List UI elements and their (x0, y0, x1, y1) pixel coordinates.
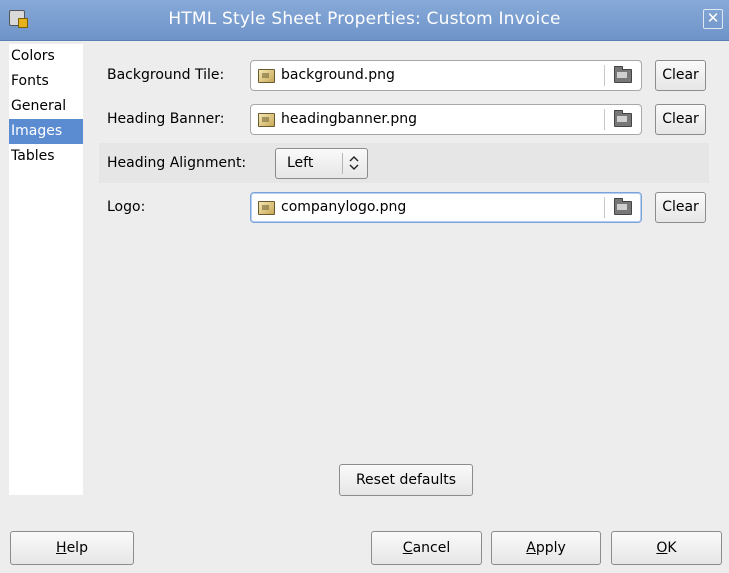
help-button[interactable]: Help (10, 531, 134, 565)
heading-alignment-select[interactable]: Left (275, 148, 368, 179)
background-tile-label: Background Tile: (107, 67, 225, 83)
cancel-button[interactable]: Cancel (371, 531, 482, 565)
logo-label: Logo: (107, 199, 146, 215)
help-label: elp (66, 540, 88, 556)
logo-row: Logo: companylogo.png Clear (99, 187, 709, 227)
apply-mnemonic: A (526, 540, 536, 556)
cancel-mnemonic: C (402, 540, 413, 556)
heading-alignment-row: Heading Alignment: Left (99, 143, 709, 183)
field-divider (604, 65, 605, 86)
heading-alignment-value: Left (287, 155, 314, 171)
select-divider (342, 153, 343, 174)
field-divider (604, 109, 605, 130)
image-file-icon (258, 69, 275, 83)
category-item-general[interactable]: General (9, 94, 83, 119)
background-tile-field[interactable]: background.png (250, 60, 642, 91)
logo-field[interactable]: companylogo.png (250, 192, 642, 223)
heading-banner-clear-button[interactable]: Clear (655, 104, 706, 135)
category-item-fonts[interactable]: Fonts (9, 69, 83, 94)
ok-label: K (667, 540, 677, 556)
title-bar: HTML Style Sheet Properties: Custom Invo… (0, 0, 729, 41)
reset-defaults-button[interactable]: Reset defaults (339, 464, 473, 496)
image-file-icon (258, 201, 275, 215)
logo-filename: companylogo.png (281, 199, 407, 215)
folder-icon[interactable] (614, 66, 632, 83)
field-divider (604, 197, 605, 218)
category-item-colors[interactable]: Colors (9, 44, 83, 69)
ok-button[interactable]: OK (611, 531, 722, 565)
background-tile-clear-button[interactable]: Clear (655, 60, 706, 91)
category-item-images[interactable]: Images (9, 119, 83, 144)
image-file-icon (258, 113, 275, 127)
cancel-label: ancel (412, 540, 451, 556)
heading-alignment-label: Heading Alignment: (107, 155, 247, 171)
close-icon[interactable]: ✕ (703, 9, 723, 29)
apply-button[interactable]: Apply (491, 531, 601, 565)
help-mnemonic: H (56, 540, 67, 556)
heading-banner-label: Heading Banner: (107, 111, 225, 127)
heading-banner-row: Heading Banner: headingbanner.png Clear (99, 99, 709, 139)
background-tile-filename: background.png (281, 67, 395, 83)
background-tile-row: Background Tile: background.png Clear (99, 55, 709, 95)
apply-label: pply (535, 540, 566, 556)
window-title: HTML Style Sheet Properties: Custom Invo… (168, 9, 561, 29)
category-list: Colors Fonts General Images Tables (9, 44, 83, 495)
logo-clear-button[interactable]: Clear (655, 192, 706, 223)
heading-banner-field[interactable]: headingbanner.png (250, 104, 642, 135)
folder-icon[interactable] (614, 198, 632, 215)
ok-mnemonic: O (656, 540, 668, 556)
folder-icon[interactable] (614, 110, 632, 127)
up-down-arrow-icon (349, 153, 359, 175)
heading-banner-filename: headingbanner.png (281, 111, 417, 127)
category-item-tables[interactable]: Tables (9, 144, 83, 169)
